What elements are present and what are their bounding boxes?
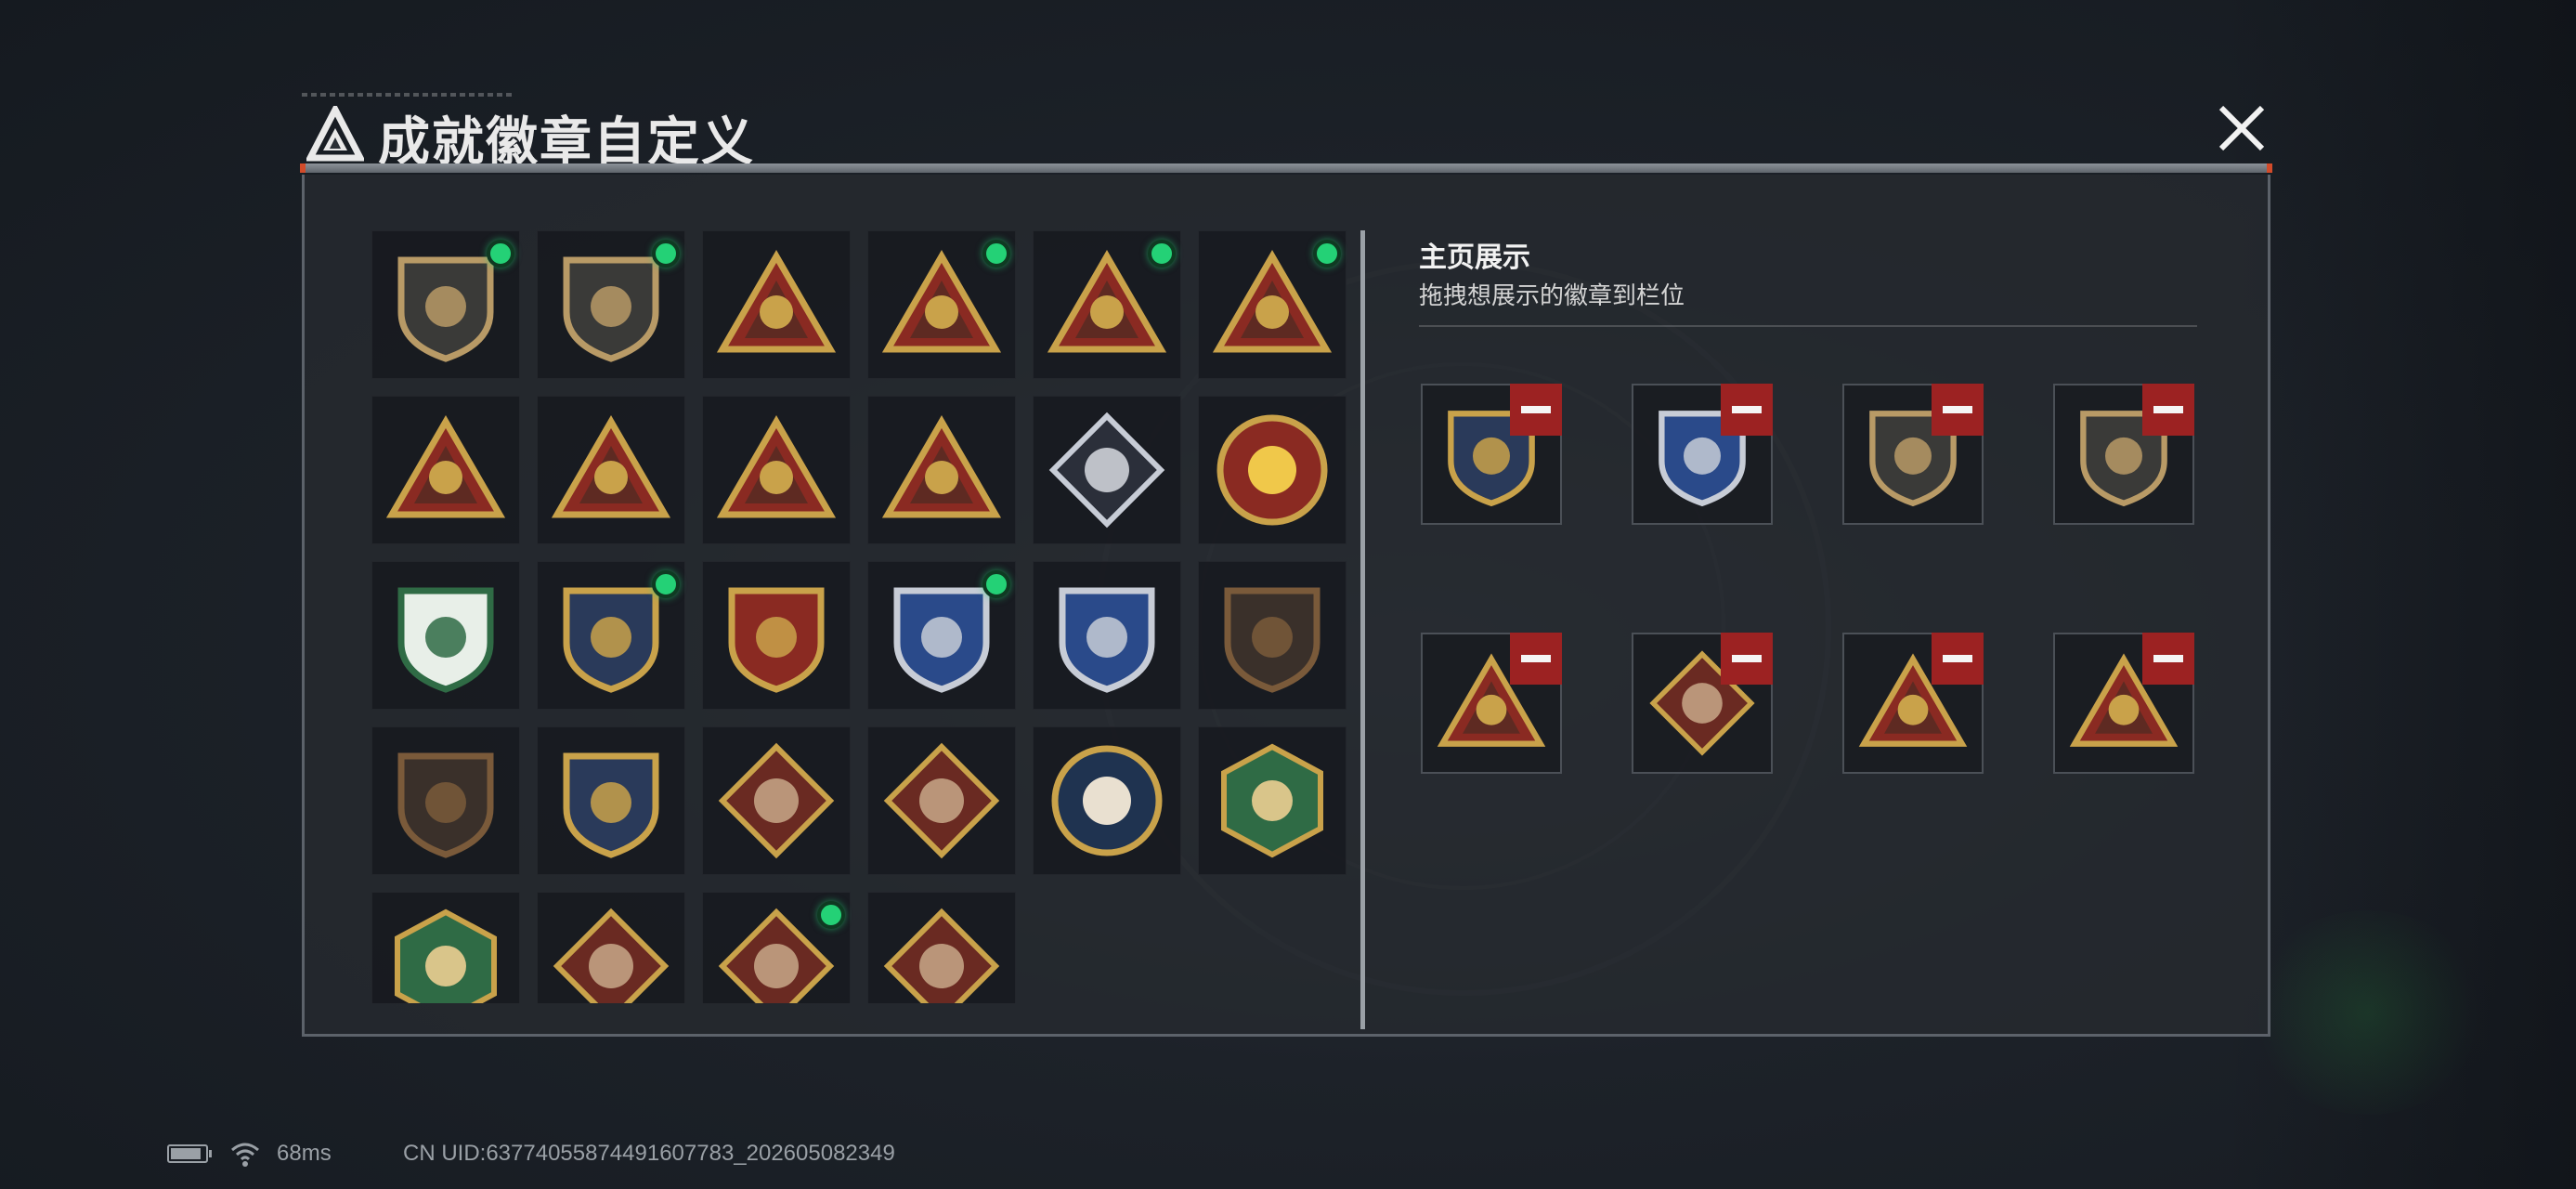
display-slot[interactable] <box>1842 384 1984 525</box>
display-slot[interactable] <box>1632 384 1773 525</box>
badge-collection-grid[interactable] <box>371 230 1348 1003</box>
bronze-rifle-shield-badge-icon <box>1224 587 1321 693</box>
new-indicator-dot <box>652 570 680 598</box>
grid-scrollbar[interactable] <box>1360 230 1365 1029</box>
badge-slot[interactable] <box>1033 561 1181 710</box>
header-divider-mark-left <box>300 163 306 173</box>
display-slot[interactable] <box>1632 633 1773 774</box>
boat-triangle-badge-icon <box>551 415 671 518</box>
badge-slot[interactable] <box>537 561 685 710</box>
homepage-display-title: 主页展示 <box>1419 242 1530 273</box>
red-gem-shield-badge-icon <box>728 587 825 693</box>
badge-slot[interactable] <box>867 230 1016 379</box>
badge-customize-panel: 主页展示 拖拽想展示的徽章到栏位 <box>302 175 2270 1037</box>
header-tick-strip <box>302 93 515 97</box>
dragon-diamond-badge-icon <box>553 908 670 1003</box>
gold-crosshair-shield-badge-icon <box>563 752 659 858</box>
eagle-round-badge-icon <box>1051 745 1163 856</box>
battery-icon <box>167 1144 208 1163</box>
badge-slot[interactable] <box>537 726 685 875</box>
star-roundel-badge-icon <box>1216 414 1328 526</box>
badge-slot[interactable] <box>702 561 851 710</box>
new-indicator-dot <box>652 240 680 268</box>
display-slot[interactable] <box>1421 384 1562 525</box>
display-slot[interactable] <box>1421 633 1562 774</box>
close-x-icon[interactable] <box>2210 97 2273 160</box>
wifi-icon <box>231 1143 259 1167</box>
badge-slot[interactable] <box>371 396 520 544</box>
badge-slot[interactable] <box>1033 396 1181 544</box>
homepage-display-rule <box>1419 325 2197 327</box>
badge-slot[interactable] <box>1033 726 1181 875</box>
remove-badge-minus-icon[interactable] <box>2142 384 2194 436</box>
blue-crosshair-rifle-badge-2-icon <box>1059 587 1155 693</box>
green-weapon-hexagon-badge-icon <box>395 908 497 1003</box>
rose-diamond-badge-icon <box>1048 412 1165 529</box>
badge-slot[interactable] <box>702 396 851 544</box>
badge-slot[interactable] <box>537 230 685 379</box>
new-indicator-dot <box>1148 240 1176 268</box>
new-indicator-dot <box>487 240 514 268</box>
background-shade <box>2223 0 2576 1189</box>
ping-readout: 68ms <box>277 1141 332 1166</box>
number-one-triangle-badge-icon <box>716 415 837 518</box>
badge-slot[interactable] <box>1198 561 1347 710</box>
badge-slot[interactable] <box>702 726 851 875</box>
wolf-diamond-badge-icon <box>718 742 835 859</box>
wolf-diamond-badge-2-icon <box>883 742 1000 859</box>
badge-slot[interactable] <box>1198 726 1347 875</box>
wasp-hexagon-badge-icon <box>1221 743 1323 858</box>
remove-badge-minus-icon[interactable] <box>1721 633 1773 685</box>
badge-slot[interactable] <box>371 726 520 875</box>
remove-badge-minus-icon[interactable] <box>1721 384 1773 436</box>
badge-slot[interactable] <box>867 892 1016 1003</box>
badge-slot[interactable] <box>867 561 1016 710</box>
badge-slot[interactable] <box>1198 396 1347 544</box>
runner-diamond-badge-icon <box>883 908 1000 1003</box>
new-indicator-dot <box>982 240 1010 268</box>
new-indicator-dot <box>817 901 845 929</box>
homepage-display-section: 主页展示 拖拽想展示的徽章到栏位 <box>1419 175 2236 1011</box>
squad-triangle-badge-icon <box>881 415 1002 518</box>
remove-badge-minus-icon[interactable] <box>2142 633 2194 685</box>
remove-badge-minus-icon[interactable] <box>1510 633 1562 685</box>
badge-slot[interactable] <box>537 396 685 544</box>
display-slot[interactable] <box>1842 633 1984 774</box>
new-indicator-dot <box>982 570 1010 598</box>
remove-badge-minus-icon[interactable] <box>1932 633 1984 685</box>
remove-badge-minus-icon[interactable] <box>1932 384 1984 436</box>
badge-slot[interactable] <box>1033 230 1181 379</box>
header-divider-mark-right <box>2267 163 2272 173</box>
badge-slot[interactable] <box>537 892 685 1003</box>
badge-slot[interactable] <box>1198 230 1347 379</box>
badge-slot[interactable] <box>371 561 520 710</box>
badge-slot[interactable] <box>867 726 1016 875</box>
display-slot[interactable] <box>2053 633 2194 774</box>
delta-triangle-logo-icon <box>306 106 364 162</box>
header-divider <box>302 163 2270 173</box>
display-slot[interactable] <box>2053 384 2194 525</box>
user-uid: CN UID:63774055874491607783_202605082349 <box>403 1141 895 1166</box>
s8-emblem-triangle-badge-icon <box>385 415 506 518</box>
badge-slot[interactable] <box>702 230 851 379</box>
bronze-sniper-shield-badge-icon <box>397 752 494 858</box>
satellite-dish-triangle-badge-icon <box>716 250 837 353</box>
green-medic-shield-badge-icon <box>397 587 494 693</box>
badge-slot[interactable] <box>702 892 851 1003</box>
badge-slot[interactable] <box>371 230 520 379</box>
badge-slot[interactable] <box>867 396 1016 544</box>
badge-slot[interactable] <box>371 892 520 1003</box>
battery-tip <box>209 1150 212 1157</box>
homepage-display-hint: 拖拽想展示的徽章到栏位 <box>1419 281 1685 309</box>
new-indicator-dot <box>1313 240 1341 268</box>
remove-badge-minus-icon[interactable] <box>1510 384 1562 436</box>
